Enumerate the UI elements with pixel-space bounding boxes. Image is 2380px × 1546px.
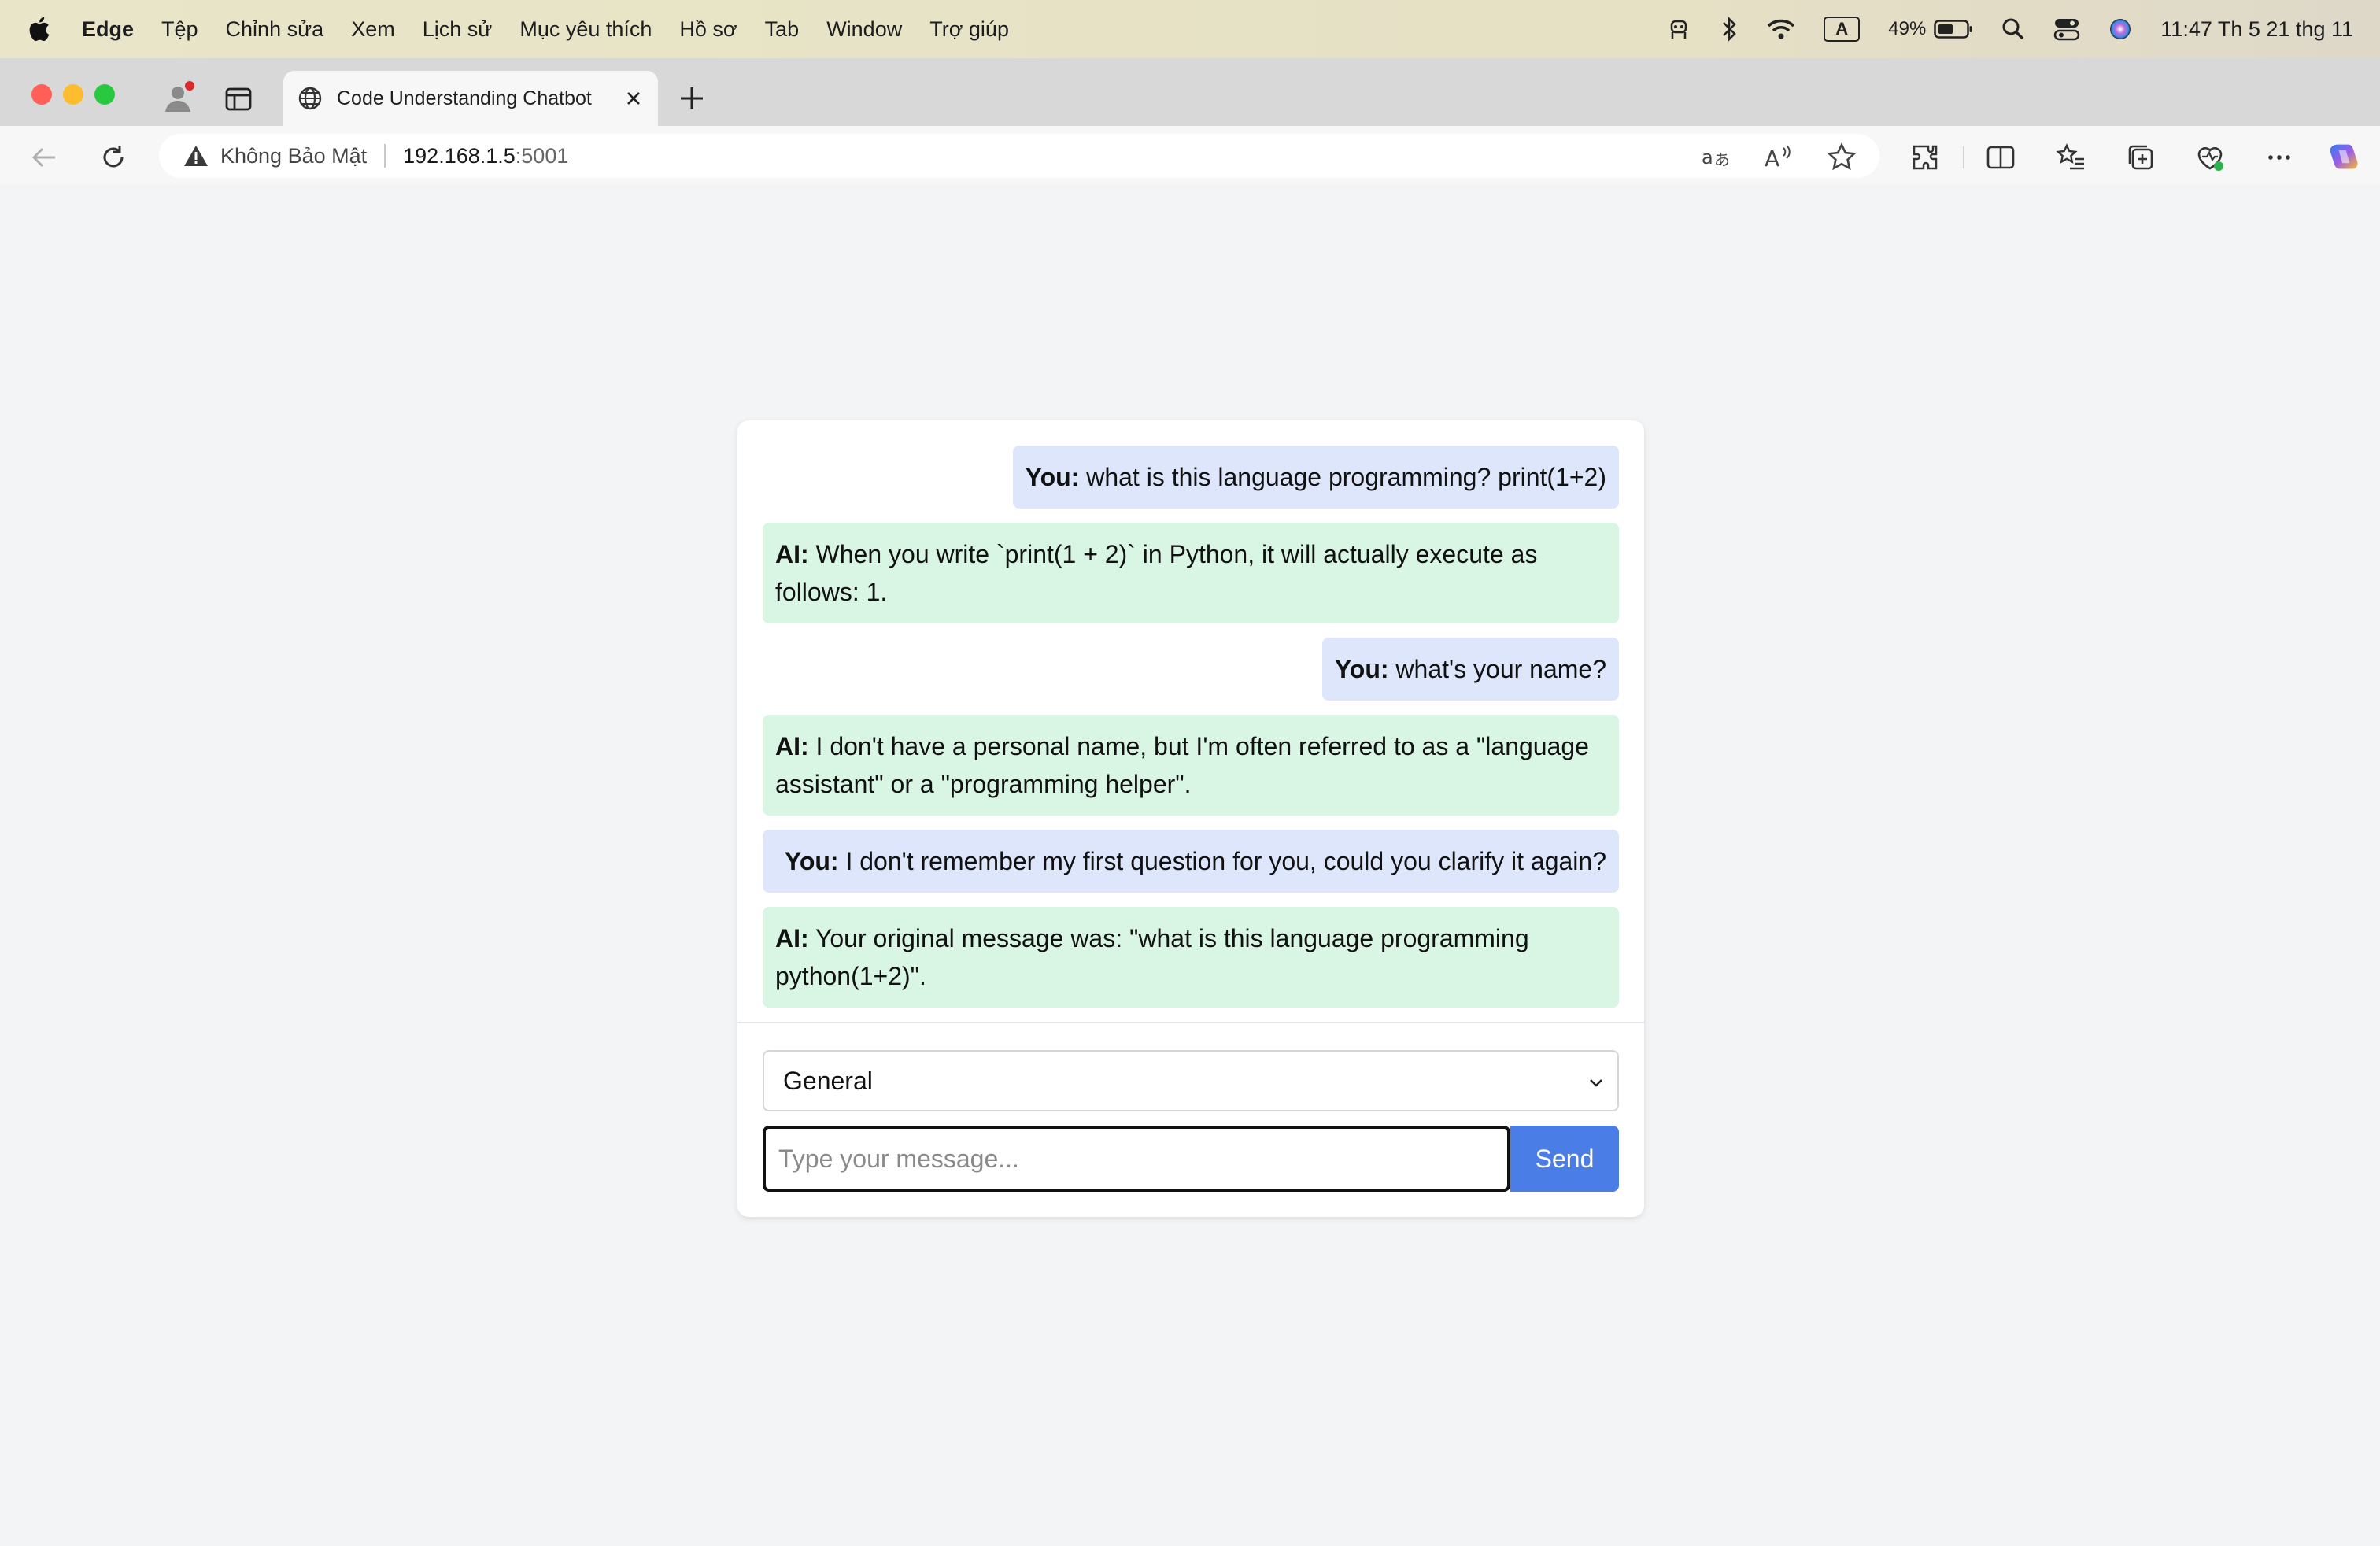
spotlight-search-icon[interactable] [2001, 17, 2025, 41]
chat-message-user: You: I don't remember my first question … [763, 830, 1619, 893]
chat-message-ai: AI: I don't have a personal name, but I'… [763, 715, 1619, 816]
tab-close-icon[interactable] [622, 87, 645, 110]
chat-message-ai: AI: Your original message was: "what is … [763, 907, 1619, 1008]
copilot-tray-icon[interactable] [1666, 17, 1691, 42]
page-viewport: You: what is this language programming? … [0, 184, 2380, 1546]
battery-icon [1934, 20, 1972, 39]
url-port: :5001 [515, 143, 569, 168]
security-status-label[interactable]: Không Bảo Mật [220, 144, 367, 168]
chat-message-user: You: what is this language programming? … [1012, 446, 1619, 509]
menu-edit[interactable]: Chỉnh sửa [226, 17, 324, 42]
wifi-icon[interactable] [1767, 18, 1795, 40]
warning-triangle-icon[interactable] [183, 144, 209, 168]
collections-icon[interactable] [2125, 142, 2156, 173]
mode-select[interactable]: General [763, 1050, 1619, 1111]
back-arrow-icon[interactable] [28, 142, 60, 173]
profile-avatar-icon[interactable] [161, 80, 195, 115]
message-input-row: Send [763, 1126, 1619, 1192]
menu-app-name[interactable]: Edge [82, 17, 134, 42]
menu-window[interactable]: Window [826, 17, 902, 42]
chat-message-user: You: what's your name? [1321, 638, 1619, 701]
menu-favorites[interactable]: Mục yêu thích [519, 17, 652, 42]
vertical-tabs-icon[interactable] [225, 87, 252, 112]
message-text: what is this language programming? print… [1086, 463, 1606, 491]
window-zoom-button[interactable] [94, 84, 115, 105]
message-text: I don't remember my first question for y… [845, 847, 1606, 875]
split-screen-icon[interactable] [1985, 142, 2016, 173]
menu-help[interactable]: Trợ giúp [929, 17, 1009, 42]
favorite-star-icon[interactable] [1826, 142, 1857, 173]
tab-code-understanding-chatbot[interactable]: Code Understanding Chatbot [283, 71, 658, 126]
chat-message-ai: AI: When you write `print(1 + 2)` in Pyt… [763, 523, 1619, 623]
message-speaker: You: [1025, 463, 1080, 491]
tab-title: Code Understanding Chatbot [337, 87, 592, 109]
apple-logo-icon[interactable] [27, 15, 50, 43]
menu-profiles[interactable]: Hồ sơ [679, 17, 737, 42]
control-center-icon[interactable] [2053, 17, 2080, 41]
svg-text:あ: あ [1714, 150, 1730, 169]
toolbar-divider [1963, 146, 1964, 168]
macos-menu-bar: Edge Tệp Chỉnh sửa Xem Lịch sử Mục yêu t… [0, 0, 2380, 58]
battery-status[interactable]: 49% [1888, 18, 1973, 40]
copilot-icon[interactable] [2328, 142, 2360, 173]
menu-file[interactable]: Tệp [161, 17, 198, 42]
extensions-icon[interactable] [1909, 142, 1941, 173]
svg-text:A: A [1765, 146, 1779, 172]
message-speaker: AI: [775, 732, 809, 760]
menu-history[interactable]: Lịch sử [423, 17, 493, 42]
window-close-button[interactable] [31, 84, 52, 105]
send-button[interactable]: Send [1510, 1126, 1619, 1192]
svg-text:a: a [1702, 146, 1713, 168]
menu-tab[interactable]: Tab [765, 17, 800, 42]
address-divider [384, 144, 386, 168]
chat-controls: General Send [763, 1050, 1619, 1192]
new-tab-plus-icon[interactable] [678, 85, 705, 112]
menu-bar-status-area: A 49% 11:47 Th 5 21 thg 11 [1666, 0, 2353, 58]
chatbot-card: You: what is this language programming? … [737, 420, 1644, 1217]
siri-icon[interactable] [2108, 17, 2132, 41]
menu-bar-clock[interactable]: 11:47 Th 5 21 thg 11 [2160, 17, 2353, 42]
read-aloud-icon[interactable]: A [1763, 142, 1794, 173]
address-bar[interactable]: Không Bảo Mật 192.168.1.5:5001 [159, 134, 1879, 178]
message-text: Your original message was: "what is this… [775, 924, 1529, 990]
menu-view[interactable]: Xem [351, 17, 395, 42]
battery-percent: 49% [1888, 18, 1927, 39]
browser-essentials-icon[interactable] [2194, 142, 2226, 173]
chat-history[interactable]: You: what is this language programming? … [737, 420, 1644, 1023]
message-speaker: You: [784, 847, 839, 875]
translate-icon[interactable]: aあ [1700, 142, 1731, 173]
more-options-icon[interactable] [2264, 142, 2295, 173]
input-source-label: A [1835, 19, 1849, 39]
bluetooth-icon[interactable] [1720, 16, 1739, 43]
window-minimize-button[interactable] [63, 84, 83, 105]
message-speaker: You: [1334, 655, 1389, 683]
message-speaker: AI: [775, 924, 809, 952]
chevron-down-icon [1586, 1072, 1606, 1093]
globe-icon [298, 86, 323, 111]
url-host: 192.168.1.5 [403, 143, 516, 168]
refresh-icon[interactable] [98, 142, 129, 173]
message-input[interactable] [763, 1126, 1510, 1192]
message-text: I don't have a personal name, but I'm of… [775, 732, 1589, 798]
favorites-list-icon[interactable] [2056, 142, 2087, 173]
message-speaker: AI: [775, 540, 809, 568]
message-text: When you write `print(1 + 2)` in Python,… [775, 540, 1538, 606]
input-source-icon[interactable]: A [1824, 17, 1861, 42]
message-text: what's your name? [1395, 655, 1606, 683]
mode-select-value: General [783, 1066, 873, 1095]
